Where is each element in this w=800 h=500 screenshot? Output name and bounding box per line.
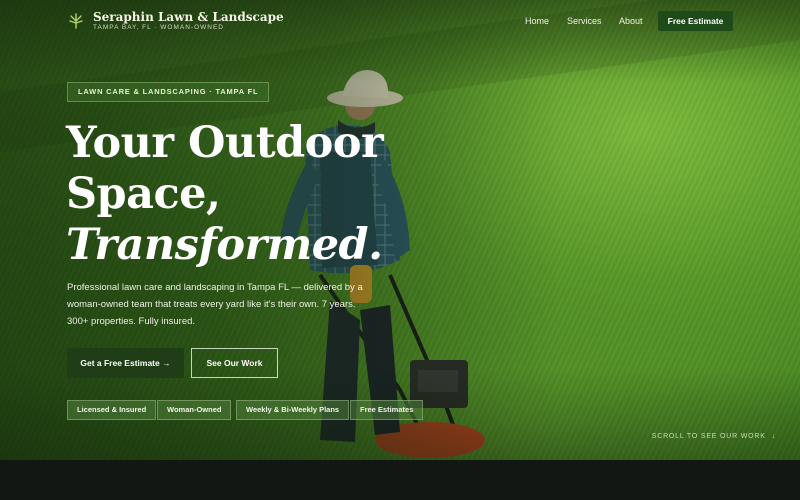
see-our-work-button[interactable]: See Our Work	[191, 348, 278, 378]
headline-line-3: Transformed.	[66, 220, 383, 270]
badge-free-estimates: Free Estimates	[350, 400, 424, 420]
nav-link-services[interactable]: Services	[567, 16, 602, 26]
top-nav: Seraphin Lawn & Landscape TAMPA BAY, FL …	[0, 0, 800, 42]
hero-description: Professional lawn care and landscaping i…	[67, 282, 363, 327]
scroll-hint-label: SCROLL TO SEE OUR WORK	[651, 433, 766, 440]
scroll-hint[interactable]: SCROLL TO SEE OUR WORK ↓	[652, 433, 776, 440]
badge-woman-owned: Woman-Owned	[157, 400, 232, 420]
brand-name[interactable]: Seraphin Lawn & Landscape	[93, 10, 284, 24]
headline-line-2: Space,	[66, 169, 221, 219]
next-section-band	[0, 460, 800, 500]
badge-licensed-insured: Licensed & Insured	[67, 400, 157, 420]
headline-line-1: Your Outdoor	[66, 118, 384, 168]
hero-eyebrow: LAWN CARE & LANDSCAPING · TAMPA FL	[67, 82, 270, 102]
brand-tagline: TAMPA BAY, FL · WOMAN-OWNED	[93, 24, 225, 31]
hero-headline: Your Outdoor Space, Transformed.	[66, 118, 384, 271]
arrow-down-icon: ↓	[771, 433, 776, 440]
free-estimate-nav-button[interactable]: Free Estimate	[658, 11, 733, 31]
nav-link-about[interactable]: About	[619, 16, 643, 26]
nav-link-home[interactable]: Home	[525, 16, 549, 26]
leaf-sprout-icon[interactable]	[67, 12, 85, 30]
badge-weekly-plans: Weekly & Bi-Weekly Plans	[236, 400, 350, 420]
get-free-estimate-button[interactable]: Get a Free Estimate →	[67, 348, 184, 378]
